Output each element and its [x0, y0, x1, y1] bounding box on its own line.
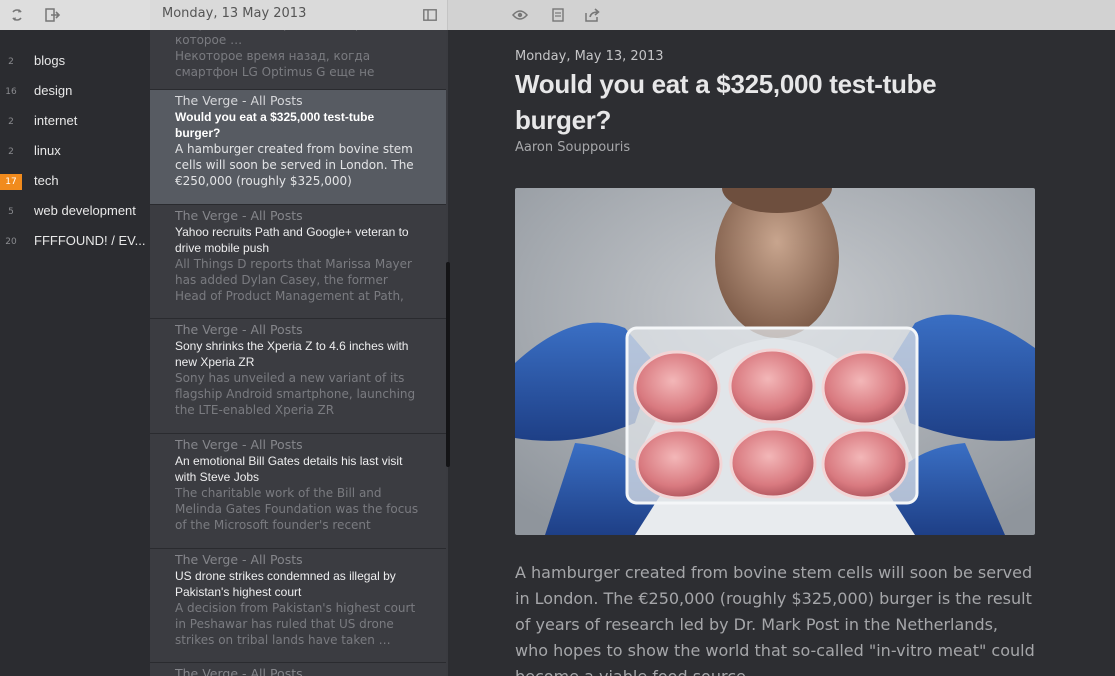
sidebar-item-label: FFFFOUND! / EV... [34, 233, 146, 248]
sidebar-item-label: design [34, 83, 73, 98]
article-summary: Sony has unveiled a new variant of its f… [175, 371, 416, 417]
article-title: Yahoo recruits Path and Google+ veteran … [175, 225, 409, 255]
unread-count: 5 [8, 207, 14, 217]
unread-count: 2 [8, 147, 14, 157]
article-source: The Verge - All Posts [175, 322, 303, 337]
article-body: A hamburger created from bovine stem cel… [515, 563, 1035, 676]
article-summary: A decision from Pakistan's highest court… [175, 601, 416, 647]
article-reader: Monday, May 13, 2013 Would you eat a $32… [450, 30, 1115, 676]
article-image [515, 188, 1035, 535]
category-sidebar: 2 blogs 16 design 2 internet 2 linux 17 … [0, 30, 150, 676]
article-headline[interactable]: Would you eat a $325,000 test-tube burge… [515, 66, 1035, 138]
list-item[interactable]: The Verge - All Posts Sony shrinks the X… [150, 319, 446, 434]
unread-count: 2 [8, 57, 14, 67]
unread-count: 16 [5, 87, 17, 97]
sidebar-item-blogs[interactable]: 2 blogs [0, 51, 150, 73]
article-title: Would you eat a $325,000 test-tube burge… [175, 110, 375, 140]
sidebar-item-web-development[interactable]: 5 web development [0, 201, 150, 223]
article-summary: A hamburger created from bovine stem cel… [175, 142, 414, 188]
refresh-icon[interactable] [9, 7, 25, 23]
list-item[interactable]: The Verge - All Posts [150, 663, 446, 676]
article-source: The Verge - All Posts [175, 208, 303, 223]
sidebar-item-label: web development [34, 203, 136, 218]
sidebar-item-tech[interactable]: 17 tech [0, 171, 150, 193]
article-title: подробное тестирование Сяраш, которое … [175, 30, 385, 47]
list-item[interactable]: подробное тестирование Сяраш, которое … … [150, 30, 446, 90]
layout-toggle-icon[interactable] [422, 7, 438, 23]
toolbar-left [0, 0, 150, 30]
sidebar-item-label: blogs [34, 53, 66, 68]
list-item-selected[interactable]: The Verge - All Posts Would you eat a $3… [150, 90, 446, 205]
article-title: US drone strikes condemned as illegal by… [175, 569, 396, 599]
toolbar-middle: Monday, 13 May 2013 [150, 0, 448, 30]
sidebar-item-label: linux [34, 143, 61, 158]
article-date: Monday, May 13, 2013 [515, 49, 664, 64]
list-item[interactable]: The Verge - All Posts Yahoo recruits Pat… [150, 205, 446, 319]
share-icon[interactable] [585, 7, 601, 23]
article-summary: The charitable work of the Bill and Meli… [175, 486, 419, 532]
unread-count-badge: 17 [0, 174, 22, 190]
unread-count: 20 [5, 237, 17, 247]
article-source: The Verge - All Posts [175, 93, 303, 108]
sidebar-item-linux[interactable]: 2 linux [0, 141, 150, 163]
article-source: The Verge - All Posts [175, 666, 303, 676]
list-item[interactable]: The Verge - All Posts US drone strikes c… [150, 549, 446, 663]
article-source: The Verge - All Posts [175, 552, 303, 567]
sidebar-item-label: internet [34, 113, 78, 128]
logout-icon[interactable] [45, 7, 61, 23]
sidebar-item-label: tech [34, 173, 59, 188]
sidebar-item-ffffound[interactable]: 20 FFFFOUND! / EV... [0, 231, 150, 253]
eye-icon[interactable] [512, 7, 528, 23]
list-item[interactable]: The Verge - All Posts An emotional Bill … [150, 434, 446, 549]
toolbar-date: Monday, 13 May 2013 [162, 6, 307, 21]
sidebar-item-design[interactable]: 16 design [0, 81, 150, 103]
article-summary: All Things D reports that Marissa Mayer … [175, 257, 412, 303]
article-title: An emotional Bill Gates details his last… [175, 454, 403, 484]
toolbar-right [448, 0, 1115, 30]
article-list: подробное тестирование Сяраш, которое … … [150, 30, 448, 676]
unread-count: 2 [8, 117, 14, 127]
toolbar: Monday, 13 May 2013 [0, 0, 1115, 30]
article-author: Aaron Souppouris [515, 140, 631, 155]
article-title: Sony shrinks the Xperia Z to 4.6 inches … [175, 339, 409, 369]
sidebar-item-internet[interactable]: 2 internet [0, 111, 150, 133]
document-icon[interactable] [550, 7, 566, 23]
article-summary: Некоторое время назад, когда смартфон LG… [175, 49, 375, 79]
article-source: The Verge - All Posts [175, 437, 303, 452]
